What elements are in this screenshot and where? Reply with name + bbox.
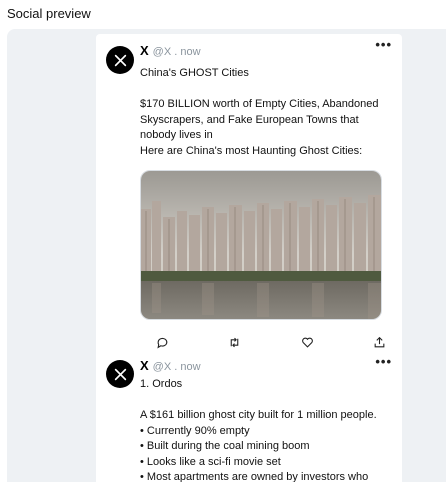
handle-time: @X . now xyxy=(152,46,201,58)
like-icon xyxy=(301,337,313,348)
tweet-media-image[interactable] xyxy=(140,170,382,320)
like-button[interactable] xyxy=(299,334,315,350)
preview-panel: X @X . now ••• China's GHOST Cities $170… xyxy=(7,29,446,482)
page-title: Social preview xyxy=(7,6,91,21)
tweet-card[interactable]: X @X . now ••• 1. Ordos A $161 billion g… xyxy=(96,351,402,482)
tweet-text: 1. Ordos A $161 billion ghost city built… xyxy=(140,378,377,482)
tweet-action-bar xyxy=(154,334,388,350)
tweet-card[interactable]: X @X . now ••• China's GHOST Cities $170… xyxy=(96,34,402,358)
share-icon xyxy=(375,336,385,347)
ghost-city-photo xyxy=(141,171,381,319)
tweet-header: X @X . now xyxy=(140,358,201,373)
repost-icon xyxy=(230,337,239,347)
more-options-button[interactable]: ••• xyxy=(375,355,392,368)
avatar[interactable] xyxy=(106,360,134,388)
repost-button[interactable] xyxy=(227,334,243,350)
reply-button[interactable] xyxy=(154,334,170,350)
tweet-header: X @X . now xyxy=(140,43,201,58)
handle-time: @X . now xyxy=(152,361,201,373)
more-options-button[interactable]: ••• xyxy=(375,38,392,51)
share-button[interactable] xyxy=(372,334,388,350)
avatar[interactable] xyxy=(106,46,134,74)
author-name[interactable]: X xyxy=(140,358,149,373)
reply-icon xyxy=(156,337,167,348)
x-logo-icon xyxy=(114,368,126,380)
tweet-text: China's GHOST Cities $170 BILLION worth … xyxy=(140,67,379,157)
x-logo-icon xyxy=(114,54,126,66)
author-name[interactable]: X xyxy=(140,43,149,58)
